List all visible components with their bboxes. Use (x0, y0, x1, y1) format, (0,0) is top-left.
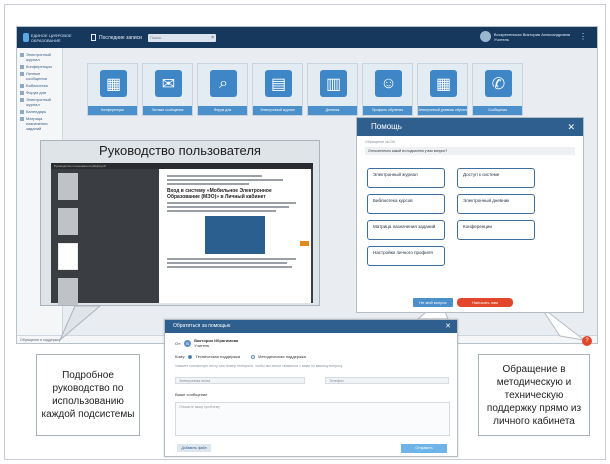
user-guide-panel: Руководство пользователя Руководство пол… (40, 140, 320, 306)
radio-method-support[interactable] (251, 354, 256, 359)
to-row: Кому: Техническая поддержка Методическая… (175, 354, 306, 359)
subsystem-options: Электронный журнал Доступ к системе Библ… (367, 168, 537, 266)
document-page: Вход в систему «Мобильное Электронное Об… (159, 169, 311, 303)
text-line (167, 262, 287, 264)
radio-method-label: Методическая поддержка (258, 354, 306, 359)
option-task-matrix[interactable]: Матрица назначения заданий (367, 220, 445, 240)
help-dialog: Помощь ✕ Обращение №135 Относительно как… (356, 117, 584, 313)
page-thumbnail[interactable] (58, 208, 78, 235)
contact-hint: Укажите контактную почту или номер телеф… (175, 364, 343, 368)
page-thumbnail[interactable] (58, 173, 78, 200)
send-button[interactable]: Отправить (401, 444, 447, 453)
page-thumbnail[interactable] (58, 278, 78, 305)
caption-support: Обращение в методическую и техническую п… (478, 354, 590, 436)
write-to-us-button[interactable]: Написать нам (457, 298, 513, 307)
to-label: Кому: (175, 354, 186, 359)
email-field[interactable]: Электронная почта (175, 377, 305, 384)
from-row: От: В Виктория Ибрагимова Учитель (175, 338, 238, 348)
attach-file-button[interactable]: Добавить файл (177, 444, 211, 452)
help-footer: Не мой вопрос Написать нам (413, 298, 513, 307)
option-system-access[interactable]: Доступ к системе (457, 168, 535, 188)
option-e-journal[interactable]: Электронный журнал (367, 168, 445, 188)
option-e-diary[interactable]: Электронный дневник (457, 194, 535, 214)
help-title: Помощь (371, 122, 402, 131)
radio-tech-support[interactable] (188, 354, 193, 359)
text-line (167, 175, 263, 177)
document-heading: Вход в систему «Мобильное Электронное Об… (167, 188, 272, 200)
support-title: Обратиться за помощью (173, 323, 231, 329)
close-icon[interactable]: ✕ (567, 118, 575, 136)
caption-support-text: Обращение в методическую и техническую п… (486, 363, 582, 427)
support-request-dialog: Обратиться за помощью ✕ От: В Виктория И… (164, 319, 458, 457)
bookmark-marker (300, 241, 309, 246)
text-line (167, 179, 283, 181)
help-question: Относительно какой из подсистем у вас во… (365, 147, 575, 155)
sender-role: Учитель (194, 343, 210, 348)
message-textarea[interactable]: Опишите вашу проблему (175, 402, 450, 436)
text-line (167, 183, 249, 185)
pdf-viewer: Руководство пользователя (ЕЦО).pdf Вход … (51, 163, 313, 305)
text-line (167, 202, 297, 204)
text-line (167, 258, 297, 260)
help-header: Помощь ✕ (357, 118, 583, 136)
request-number: Обращение №135 (365, 140, 395, 144)
option-conferences[interactable]: Конференции (457, 220, 535, 240)
option-course-library[interactable]: Библиотека курсов (367, 194, 445, 214)
radio-tech-label: Техническая поддержка (195, 354, 241, 359)
help-floating-button[interactable]: ? (582, 336, 592, 346)
phone-field[interactable]: Телефон (325, 377, 449, 384)
page-thumbnail-selected[interactable] (58, 243, 78, 270)
message-label: Ваше сообщение (175, 392, 208, 397)
user-avatar: В (184, 339, 192, 347)
text-line (167, 210, 276, 212)
document-screenshot (205, 216, 265, 254)
not-my-question-button[interactable]: Не мой вопрос (413, 298, 453, 307)
from-label: От: (175, 340, 182, 346)
option-profile-settings[interactable]: Настройки личного профиля (367, 246, 445, 266)
caption-guide: Подробное руководство по использованию к… (36, 354, 140, 436)
text-line (167, 266, 293, 268)
support-header: Обратиться за помощью ✕ (165, 320, 457, 333)
close-icon[interactable]: ✕ (445, 320, 451, 333)
text-line (167, 206, 290, 208)
page-thumbnails (55, 173, 81, 313)
guide-title: Руководство пользователя (99, 143, 261, 158)
caption-guide-text: Подробное руководство по использованию к… (41, 370, 135, 420)
